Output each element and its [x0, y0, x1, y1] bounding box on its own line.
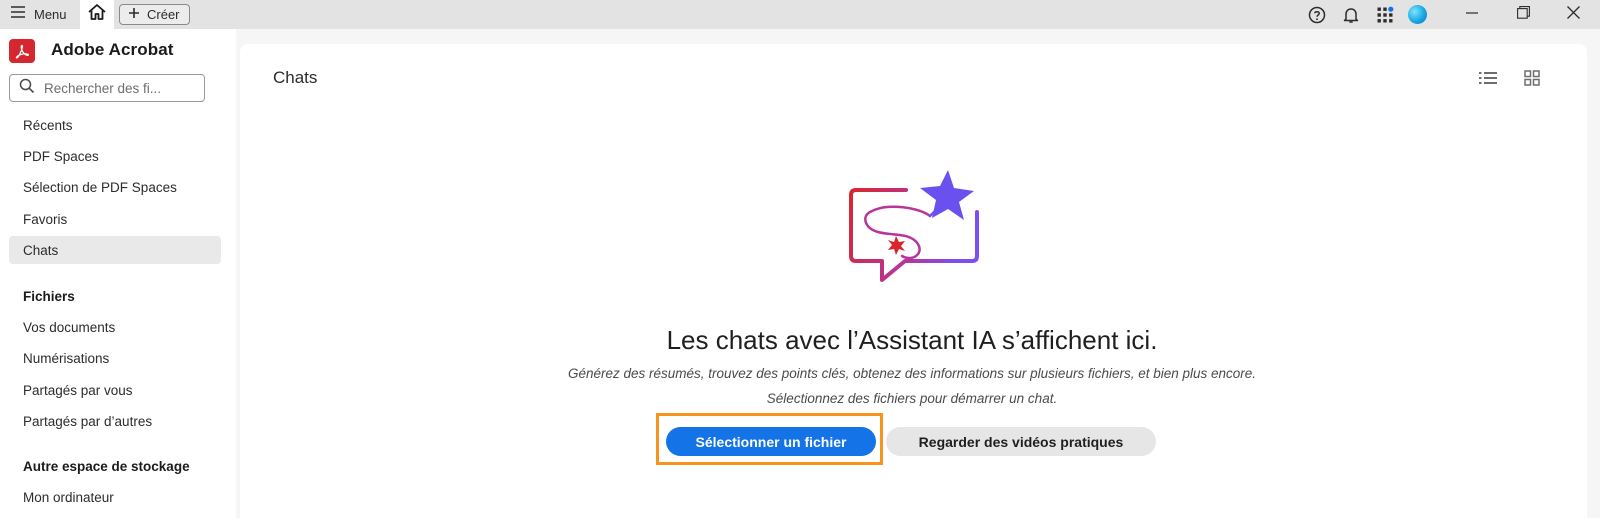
apps-grid-icon[interactable] [1374, 4, 1396, 26]
create-button[interactable]: Créer [119, 4, 190, 25]
sidebar-item-my-computer[interactable]: Mon ordinateur [9, 483, 221, 511]
bell-icon[interactable] [1340, 4, 1362, 26]
ai-chat-illustration [848, 168, 986, 286]
files-heading: Fichiers [23, 289, 75, 304]
home-tab[interactable] [80, 0, 114, 29]
sidebar-item-pdf-spaces[interactable]: PDF Spaces [9, 142, 221, 170]
home-icon [87, 3, 107, 26]
empty-state-heading: Les chats avec l’Assistant IA s’affichen… [666, 325, 1158, 355]
plus-icon [128, 6, 140, 24]
sidebar-item-label: Partagés par d’autres [23, 413, 153, 429]
sidebar-item-chats[interactable]: Chats [9, 236, 221, 264]
sidebar-item-label: Mon ordinateur [23, 489, 114, 505]
restore-button[interactable] [1498, 0, 1548, 29]
empty-state-hint: Sélectionnez des fichiers pour démarrer … [766, 391, 1058, 406]
create-label: Créer [147, 7, 180, 22]
grid-view-icon[interactable] [1520, 66, 1544, 90]
select-file-button[interactable]: Sélectionner un fichier [666, 427, 876, 456]
menu-icon [10, 5, 26, 24]
close-icon [1566, 5, 1580, 24]
title-bar: Menu Créer [0, 0, 1600, 29]
sidebar-item-pdf-spaces-selection[interactable]: Sélection de PDF Spaces [9, 173, 221, 201]
sidebar-item-favorites[interactable]: Favoris [9, 205, 221, 233]
minimize-icon [1466, 6, 1478, 24]
list-view-icon[interactable] [1476, 66, 1500, 90]
help-icon[interactable] [1306, 4, 1328, 26]
sidebar-item-label: Récents [23, 117, 73, 133]
acrobat-logo-icon [9, 39, 35, 63]
menu-button[interactable]: Menu [6, 4, 71, 25]
sidebar-item-label: Favoris [23, 211, 68, 227]
minimize-button[interactable] [1447, 0, 1497, 29]
sidebar-item-label: Sélection de PDF Spaces [23, 179, 177, 195]
sidebar-item-recents[interactable]: Récents [9, 111, 221, 139]
sidebar: Adobe Acrobat Récents PDF Spaces Sélecti… [0, 29, 236, 518]
sidebar-item-shared-by-others[interactable]: Partagés par d’autres [9, 407, 221, 435]
watch-videos-button[interactable]: Regarder des vidéos pratiques [886, 427, 1156, 456]
menu-label: Menu [34, 7, 67, 22]
sidebar-item-label: Chats [23, 242, 59, 258]
close-button[interactable] [1548, 0, 1598, 29]
search-icon [19, 78, 35, 99]
empty-state-description: Générez des résumés, trouvez des points … [567, 366, 1257, 381]
page-title: Chats [273, 68, 318, 87]
avatar[interactable] [1408, 5, 1427, 24]
search-input[interactable] [44, 80, 194, 96]
storage-heading: Autre espace de stockage [23, 459, 190, 474]
sidebar-item-label: PDF Spaces [23, 148, 99, 164]
restore-icon [1516, 5, 1530, 24]
search-box[interactable] [9, 74, 205, 102]
app-title: Adobe Acrobat [51, 40, 174, 59]
